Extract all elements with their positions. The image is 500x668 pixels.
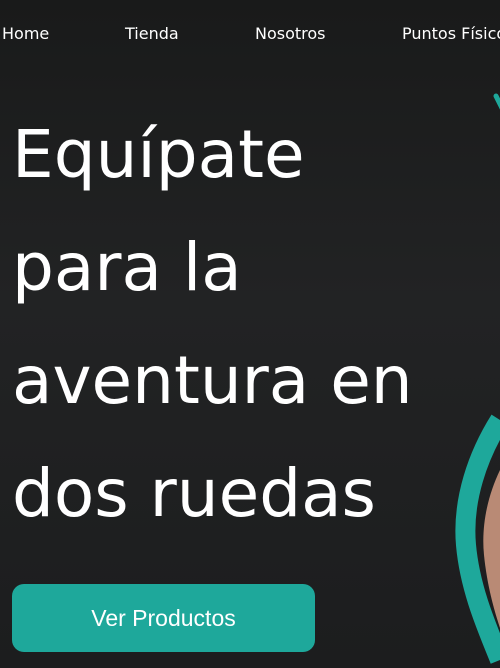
nav-link-tienda[interactable]: Tienda (125, 24, 179, 44)
main-nav: Home Tienda Nosotros Puntos Físicos (0, 0, 500, 66)
hero-title-line-2: para la (12, 229, 242, 306)
hero-title-line-3: aventura en (12, 342, 413, 419)
hero-title-line-4: dos ruedas (12, 455, 376, 532)
nav-link-nosotros[interactable]: Nosotros (255, 24, 326, 44)
nav-link-home[interactable]: Home (2, 24, 49, 44)
hero-title: Equípate para la aventura en dos ruedas (12, 98, 500, 550)
hero-title-line-1: Equípate (12, 116, 305, 193)
nav-link-puntos-fisicos[interactable]: Puntos Físicos (402, 24, 500, 44)
ver-productos-button[interactable]: Ver Productos (12, 584, 315, 652)
